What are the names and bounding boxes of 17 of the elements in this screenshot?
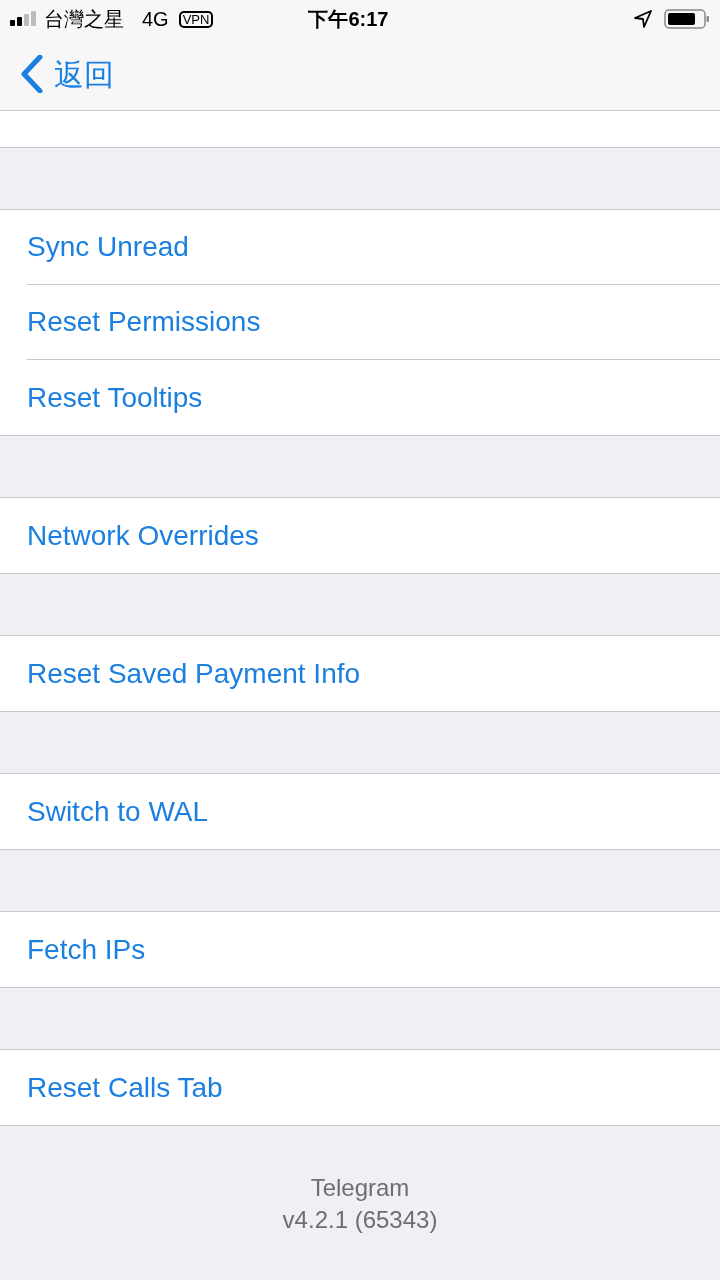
chevron-left-icon bbox=[20, 55, 44, 93]
menu-item[interactable]: Reset Permissions bbox=[27, 301, 261, 343]
vpn-badge: VPN bbox=[178, 10, 214, 28]
menu-item[interactable]: Network Overrides bbox=[27, 514, 259, 557]
battery-icon bbox=[664, 9, 710, 29]
menu-item[interactable]: Switch to WAL bbox=[27, 790, 208, 833]
back-button[interactable]: 返回 bbox=[20, 51, 114, 97]
network-type: 4G bbox=[142, 7, 169, 32]
menu-item[interactable]: Fetch IPs bbox=[27, 928, 146, 971]
location-arrow-icon bbox=[634, 10, 652, 28]
carrier-name: 台灣之星 bbox=[44, 7, 124, 32]
version-text: v4.2.1 (65343) bbox=[282, 1205, 438, 1235]
menu-item[interactable]: Reset Tooltips bbox=[27, 376, 203, 419]
clock-time: 下午6:17 bbox=[308, 7, 389, 32]
menu-item[interactable]: Sync Unread bbox=[27, 226, 189, 268]
menu-item[interactable]: Reset Calls Tab bbox=[27, 1066, 223, 1109]
app-name: Telegram bbox=[310, 1173, 410, 1203]
